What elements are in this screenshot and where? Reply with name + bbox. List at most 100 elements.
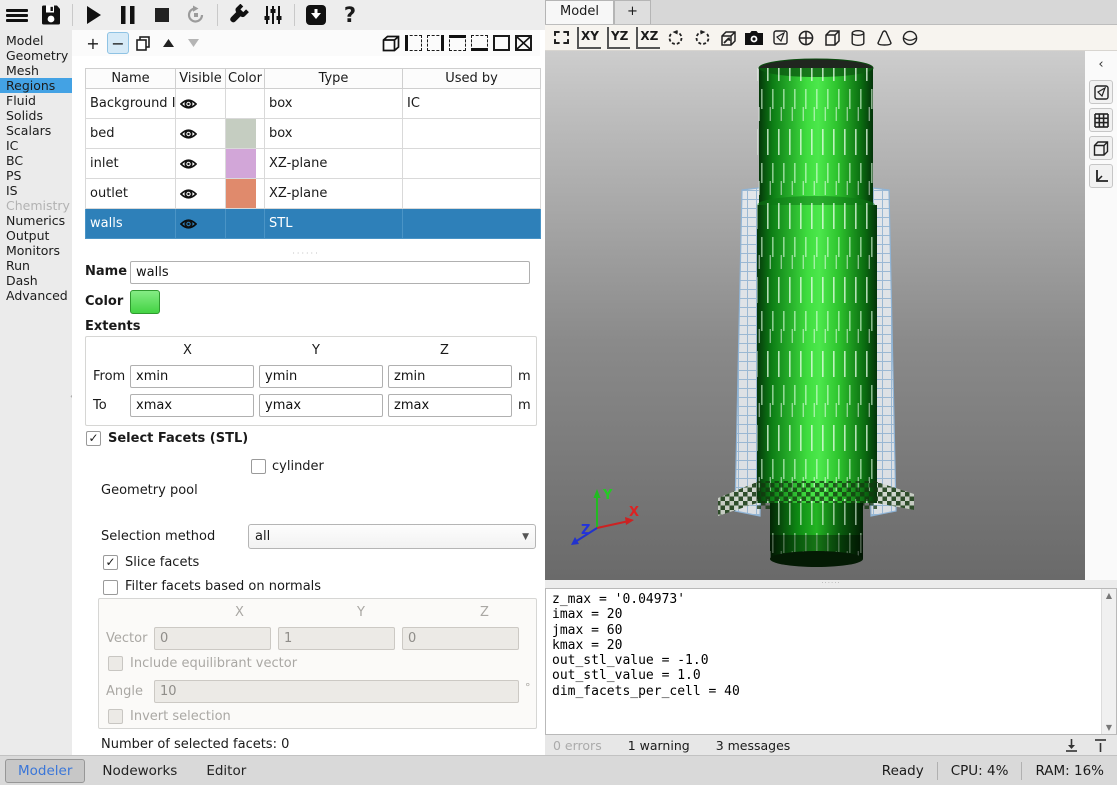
orientation-axes-icon[interactable] bbox=[796, 27, 816, 49]
region-row-outlet[interactable]: outletXZ-plane bbox=[86, 179, 541, 209]
visibility-eye-icon[interactable] bbox=[176, 119, 226, 149]
console-splitter[interactable]: ······ bbox=[545, 580, 1117, 588]
to-y-input[interactable] bbox=[259, 394, 383, 417]
shape-box-icon[interactable] bbox=[822, 27, 842, 49]
errors-count[interactable]: 0 errors bbox=[553, 738, 602, 753]
run-icon[interactable] bbox=[77, 1, 111, 29]
view-yz-icon[interactable]: YZ bbox=[607, 27, 630, 49]
visibility-eye-icon[interactable] bbox=[176, 179, 226, 209]
col-header-type[interactable]: Type bbox=[265, 69, 403, 89]
scroll-up-icon[interactable]: ▲ bbox=[1106, 591, 1112, 600]
region-usedby-cell[interactable] bbox=[403, 119, 541, 149]
stop-icon[interactable] bbox=[145, 1, 179, 29]
to-x-input[interactable] bbox=[130, 394, 254, 417]
sidebar-item-ic[interactable]: IC bbox=[0, 138, 72, 153]
region-name-input[interactable] bbox=[130, 261, 530, 284]
shape-cone-icon[interactable] bbox=[874, 27, 894, 49]
reset-view-icon[interactable] bbox=[551, 27, 571, 49]
color-swatch[interactable] bbox=[226, 179, 256, 208]
region-name-cell[interactable]: Background IC bbox=[86, 89, 176, 119]
toggle-axes-icon[interactable] bbox=[1089, 164, 1113, 188]
toggle-regions-icon[interactable] bbox=[1089, 136, 1113, 160]
visibility-eye-icon[interactable] bbox=[176, 149, 226, 179]
view-xz-icon[interactable]: XZ bbox=[636, 27, 660, 49]
sidebar-item-fluid[interactable]: Fluid bbox=[0, 93, 72, 108]
scroll-to-bottom-icon[interactable] bbox=[1065, 739, 1078, 752]
sidebar-item-output[interactable]: Output bbox=[0, 228, 72, 243]
sidebar-item-advanced[interactable]: Advanced bbox=[0, 288, 72, 303]
new-square-icon[interactable] bbox=[493, 35, 510, 51]
region-row-background-ic[interactable]: Background IC boxIC bbox=[86, 89, 541, 119]
perspective-icon[interactable] bbox=[718, 27, 738, 49]
vector-z-input[interactable] bbox=[402, 627, 519, 650]
region-usedby-cell[interactable]: IC bbox=[403, 89, 541, 119]
remove-region-icon[interactable]: − bbox=[107, 32, 129, 54]
toggle-mesh-icon[interactable] bbox=[1089, 108, 1113, 132]
sidebar-item-dash[interactable]: Dash bbox=[0, 273, 72, 288]
select-facets-checkbox[interactable]: ✓ bbox=[86, 431, 101, 446]
save-icon[interactable] bbox=[34, 1, 68, 29]
sidebar-item-regions[interactable]: Regions bbox=[0, 78, 72, 93]
tab-add[interactable]: + bbox=[614, 0, 651, 24]
sidebar-item-mesh[interactable]: Mesh bbox=[0, 63, 72, 78]
to-z-input[interactable] bbox=[388, 394, 512, 417]
sidebar-item-is[interactable]: IS bbox=[0, 183, 72, 198]
region-row-walls[interactable]: wallsSTL bbox=[86, 209, 541, 239]
col-header-color[interactable]: Color bbox=[226, 69, 265, 89]
include-equilibrant-checkbox[interactable] bbox=[108, 656, 123, 671]
shape-sphere-icon[interactable] bbox=[900, 27, 920, 49]
col-header-name[interactable]: Name bbox=[86, 69, 176, 89]
new-stl-icon[interactable] bbox=[515, 35, 532, 51]
sidebar-item-bc[interactable]: BC bbox=[0, 153, 72, 168]
new-yz-plane-icon[interactable] bbox=[405, 35, 422, 51]
toggle-geometry-icon[interactable] bbox=[1089, 80, 1113, 104]
scroll-down-icon[interactable]: ▼ bbox=[1106, 723, 1112, 732]
mode-modeler-button[interactable]: Modeler bbox=[5, 759, 85, 783]
region-color-cell[interactable] bbox=[226, 209, 265, 239]
console-scrollbar[interactable]: ▲ ▼ bbox=[1101, 589, 1116, 734]
region-usedby-cell[interactable] bbox=[403, 179, 541, 209]
help-icon[interactable]: ? bbox=[333, 1, 367, 29]
new-xz-plane-icon[interactable] bbox=[471, 35, 488, 51]
sidebar-item-model[interactable]: Model bbox=[0, 33, 72, 48]
region-type-cell[interactable]: box bbox=[265, 89, 403, 119]
region-type-cell[interactable]: XZ-plane bbox=[265, 149, 403, 179]
sidebar-item-numerics[interactable]: Numerics bbox=[0, 213, 72, 228]
region-color-cell[interactable] bbox=[226, 89, 265, 119]
visibility-eye-icon[interactable] bbox=[176, 209, 226, 239]
region-type-cell[interactable]: box bbox=[265, 119, 403, 149]
col-header-usedby[interactable]: Used by bbox=[403, 69, 541, 89]
camera-icon[interactable] bbox=[744, 27, 764, 49]
sidebar-item-scalars[interactable]: Scalars bbox=[0, 123, 72, 138]
col-header-visible[interactable]: Visible bbox=[176, 69, 226, 89]
filter-facets-checkbox[interactable] bbox=[103, 580, 118, 595]
messages-count[interactable]: 3 messages bbox=[716, 738, 791, 753]
region-type-cell[interactable]: XZ-plane bbox=[265, 179, 403, 209]
slice-facets-checkbox[interactable]: ✓ bbox=[103, 555, 118, 570]
warnings-count[interactable]: 1 warning bbox=[628, 738, 690, 753]
color-swatch[interactable] bbox=[226, 119, 256, 148]
region-color-cell[interactable] bbox=[226, 149, 265, 179]
sidebar-item-ps[interactable]: PS bbox=[0, 168, 72, 183]
sidebar-item-run[interactable]: Run bbox=[0, 258, 72, 273]
selection-method-combobox[interactable]: all ▼ bbox=[248, 524, 536, 549]
build-wrench-icon[interactable] bbox=[222, 1, 256, 29]
sidebar-item-solids[interactable]: Solids bbox=[0, 108, 72, 123]
mode-editor-button[interactable]: Editor bbox=[194, 760, 258, 782]
scroll-to-top-icon[interactable] bbox=[1094, 739, 1107, 752]
region-usedby-cell[interactable] bbox=[403, 209, 541, 239]
pause-icon[interactable] bbox=[111, 1, 145, 29]
region-color-cell[interactable] bbox=[226, 179, 265, 209]
rotate-right-icon[interactable] bbox=[692, 27, 712, 49]
splitter-handle[interactable]: ······ bbox=[72, 249, 540, 258]
reset-icon[interactable] bbox=[179, 1, 213, 29]
invert-selection-checkbox[interactable] bbox=[108, 709, 123, 724]
download-icon[interactable] bbox=[299, 1, 333, 29]
mode-nodeworks-button[interactable]: Nodeworks bbox=[90, 760, 189, 782]
rotate-left-icon[interactable] bbox=[666, 27, 686, 49]
menu-icon[interactable] bbox=[0, 1, 34, 29]
vector-y-input[interactable] bbox=[278, 627, 395, 650]
region-type-cell[interactable]: STL bbox=[265, 209, 403, 239]
region-color-cell[interactable] bbox=[226, 119, 265, 149]
cylinder-checkbox[interactable] bbox=[251, 459, 266, 474]
